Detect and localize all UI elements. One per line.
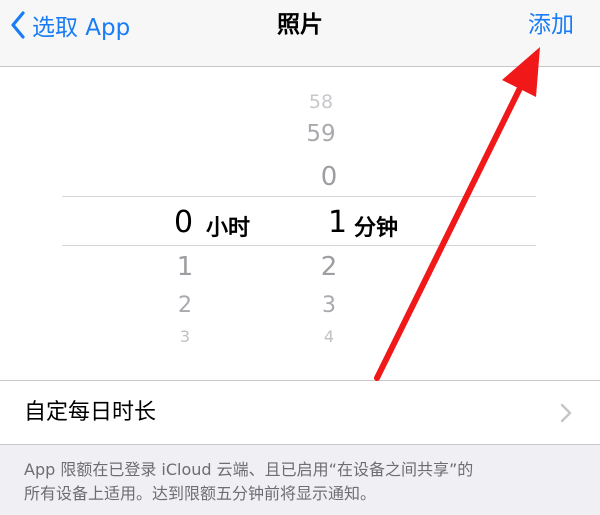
minutes-wheel-value: 4 (323, 327, 335, 346)
time-picker[interactable]: 58 59 0 0 小时 1 2 3 1 分钟 2 3 4 (0, 67, 600, 381)
minutes-wheel-value: 3 (322, 293, 336, 318)
minutes-wheel-value: 2 (320, 252, 338, 282)
minutes-selected-value: 1 (328, 205, 348, 240)
minutes-unit-label: 分钟 (354, 216, 399, 241)
custom-daily-duration-row[interactable]: 自定每日时长 (0, 381, 600, 445)
selection-divider-bottom (62, 245, 536, 246)
navigation-bar: 选取 App 照片 添加 (0, 0, 600, 67)
footer-note: App 限额在已登录 iCloud 云端、且已启用“在设备之间共享”的 所有设备… (24, 458, 584, 506)
footer-note-line: 所有设备上适用。达到限额五分钟前将显示通知。 (24, 484, 377, 503)
custom-daily-duration-label: 自定每日时长 (24, 400, 157, 425)
screen: 选取 App 照片 添加 58 59 0 0 小时 1 2 3 1 分钟 2 3… (0, 0, 600, 515)
minutes-wheel-value: 59 (306, 121, 336, 147)
hours-selected-value: 0 (174, 205, 194, 240)
selection-divider-top (62, 196, 536, 197)
page-title: 照片 (277, 12, 323, 38)
hours-unit-label: 小时 (206, 216, 251, 241)
hours-wheel-value: 2 (178, 293, 192, 318)
hours-wheel-value: 1 (176, 252, 194, 282)
chevron-right-icon (560, 403, 572, 423)
minutes-wheel-value: 58 (308, 91, 334, 113)
add-button[interactable]: 添加 (528, 8, 574, 42)
footer-note-line: App 限额在已登录 iCloud 云端、且已启用“在设备之间共享”的 (24, 460, 474, 479)
minutes-wheel-value: 0 (320, 162, 338, 192)
hours-wheel-value: 3 (179, 327, 191, 346)
